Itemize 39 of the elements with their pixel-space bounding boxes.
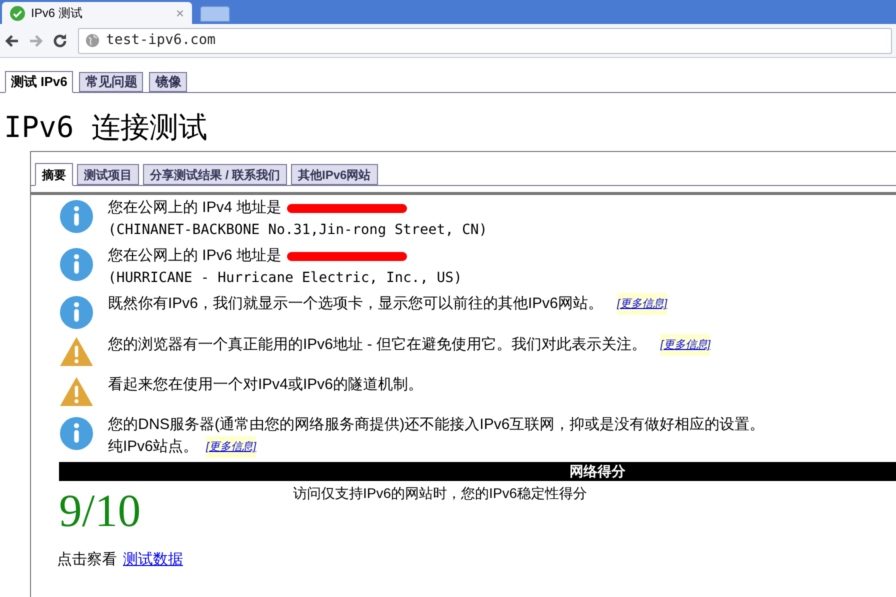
panel-tab[interactable]: 摘要 bbox=[35, 163, 73, 186]
tab-title: IPv6 测试 bbox=[31, 5, 82, 22]
globe-icon bbox=[85, 33, 100, 48]
warning-icon bbox=[59, 336, 94, 367]
page-heading: IPv6 连接测试 bbox=[3, 109, 208, 146]
reload-icon[interactable] bbox=[52, 32, 68, 48]
back-icon[interactable] bbox=[4, 32, 20, 48]
site-tab[interactable]: 镜像 bbox=[149, 72, 188, 92]
info-icon bbox=[59, 199, 94, 234]
message-text: 您的DNS服务器(通常由您的网络服务商提供)还不能接入IPv6互联网，抑或是没有做好相应的设置。 bbox=[108, 415, 765, 435]
more-info-link[interactable]: [更多信息] bbox=[206, 436, 256, 458]
site-tab[interactable]: 常见问题 bbox=[79, 72, 144, 92]
info-icon bbox=[59, 416, 94, 451]
test-data-link[interactable]: 测试数据 bbox=[123, 549, 183, 572]
score-header: 网络得分 bbox=[59, 462, 896, 481]
site-tab[interactable]: 测试 IPv6 bbox=[5, 71, 74, 93]
panel-tab[interactable]: 测试项目 bbox=[77, 164, 139, 185]
score-value: 9/10 bbox=[59, 484, 142, 537]
info-icon bbox=[59, 247, 94, 282]
message-text: 既然你有IPv6，我们就显示一个选项卡，显示您可以前往的其他IPv6网站。 bbox=[108, 294, 604, 314]
url-text: test-ipv6.com bbox=[106, 31, 216, 50]
more-info-link[interactable]: [更多信息] bbox=[617, 293, 668, 315]
more-info-link[interactable]: [更多信息] bbox=[660, 334, 710, 356]
message-text: 您在公网上的 IPv4 地址是 bbox=[108, 198, 282, 218]
message-text: 纯IPv6站点。 bbox=[108, 437, 198, 457]
footer-text: 点击察看 bbox=[57, 550, 117, 570]
warning-icon bbox=[59, 376, 94, 407]
message-text: 看起来您在使用一个对IPv4或IPv6的隧道机制。 bbox=[108, 375, 424, 395]
check-icon bbox=[10, 6, 25, 20]
score-description: 访问仅支持IPv6的网站时，您的IPv6稳定性得分 bbox=[293, 484, 588, 503]
message-text: 您的浏览器有一个真正能用的IPv6地址 - 但它在避免使用它。我们对此表示关注。 bbox=[108, 335, 646, 355]
panel-tab[interactable]: 其他IPv6网站 bbox=[291, 164, 378, 185]
browser-tab[interactable]: IPv6 测试 × bbox=[2, 2, 192, 24]
message-text: (HURRICANE - Hurricane Electric, Inc., US) bbox=[108, 269, 462, 288]
message-text: (CHINANET-BACKBONE No.31,Jin-rong Street, CN) bbox=[108, 221, 488, 240]
address-bar[interactable]: test-ipv6.com bbox=[78, 28, 892, 54]
info-icon bbox=[59, 295, 94, 330]
message-text: 您在公网上的 IPv6 地址是 bbox=[108, 246, 282, 266]
panel-tab[interactable]: 分享测试结果 / 联系我们 bbox=[143, 164, 288, 185]
